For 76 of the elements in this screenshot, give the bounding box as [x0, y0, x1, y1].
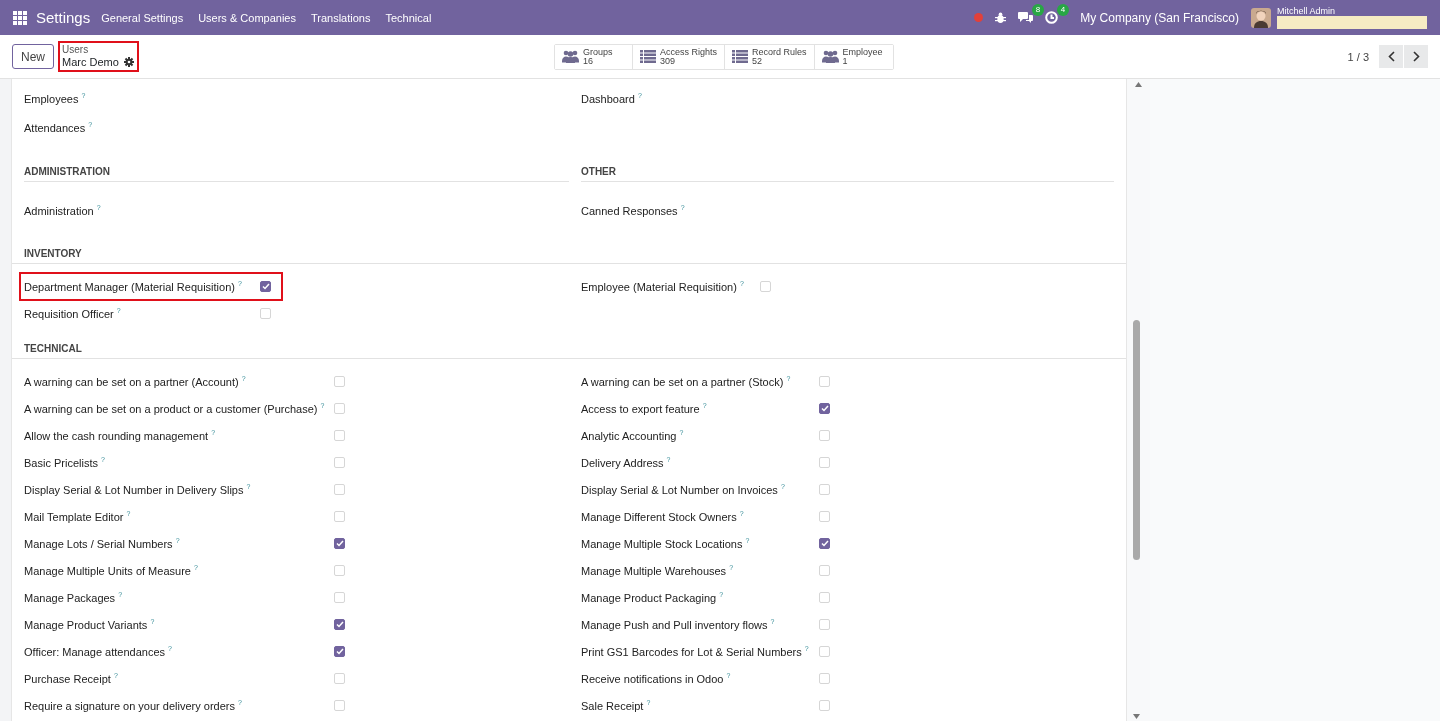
field-label: Display Serial & Lot Number on Invoices $^{?}$ [581, 483, 786, 496]
count-badge: 4 [1056, 4, 1070, 16]
field-label: Manage Packages $^{?}$ [24, 591, 124, 604]
breadcrumb-link[interactable]: Users [62, 44, 134, 56]
field-label: Manage Product Packaging $^{?}$ [581, 591, 725, 604]
field-label: Employees $^{?}$ [24, 92, 86, 105]
user-name[interactable]: Mitchell Admin [1277, 6, 1427, 16]
field-label: Manage Multiple Stock Locations $^{?}$ [581, 537, 751, 550]
record-title: Marc Demo [62, 56, 119, 68]
checkbox[interactable] [819, 538, 830, 549]
field-label: A warning can be set on a product or a customer (Purchase) $^{?}$ [24, 402, 326, 415]
field-label: Mail Template Editor $^{?}$ [24, 510, 132, 523]
nav-menu-item[interactable]: Technical [385, 11, 432, 24]
field-label: Requisition Officer $^{?}$ [24, 307, 122, 320]
scroll-up-icon[interactable] [1135, 82, 1142, 87]
checkbox[interactable] [260, 281, 271, 292]
field-label: Allow the cash rounding management $^{?}$ [24, 429, 217, 442]
field-label: Attendances $^{?}$ [24, 121, 93, 134]
field-label: Access to export feature $^{?}$ [581, 402, 708, 415]
checkbox[interactable] [334, 646, 345, 657]
field-label: Sale Receipt $^{?}$ [581, 699, 652, 712]
field-label: Basic Pricelists $^{?}$ [24, 456, 106, 469]
nav-menu-item[interactable]: General Settings [101, 11, 184, 24]
field-label: Manage Different Stock Owners $^{?}$ [581, 510, 745, 523]
field-label: Canned Responses $^{?}$ [581, 204, 685, 217]
field-label: Administration $^{?}$ [24, 204, 101, 217]
list-icon [640, 50, 656, 63]
field-label: Department Manager (Material Requisition) $^{?}$ [24, 280, 243, 293]
section-title: ADMINISTRATION [24, 166, 569, 182]
company-switcher[interactable]: My Company (San Francisco) [1080, 10, 1239, 25]
field-label: Receive notifications in Odoo $^{?}$ [581, 672, 732, 685]
field-label: Purchase Receipt $^{?}$ [24, 672, 119, 685]
field-label: Officer: Manage attendances $^{?}$ [24, 645, 173, 658]
clock-icon[interactable] [1045, 11, 1059, 24]
field-label: A warning can be set on a partner (Account) $^{?}$ [24, 375, 247, 388]
scroll-thumb[interactable] [1133, 320, 1140, 560]
count-badge: 8 [1031, 4, 1045, 16]
smart-button[interactable]: Groups 16 [555, 44, 633, 69]
section-title: OTHER [581, 166, 1114, 182]
field-label: Print GS1 Barcodes for Lot & Serial Numbers $^{?}$ [581, 645, 810, 658]
nav-menu-item[interactable]: Translations [310, 11, 371, 24]
checkbox[interactable] [334, 619, 345, 630]
previous-button[interactable] [1379, 45, 1403, 68]
avatar-icon[interactable] [1251, 7, 1271, 28]
list-icon [732, 50, 749, 63]
apps-menu-icon[interactable] [13, 10, 27, 25]
field-label: Manage Product Variants $^{?}$ [24, 618, 156, 631]
nav-menu-item[interactable]: Users & Companies [198, 11, 296, 24]
chat-icon[interactable] [1018, 11, 1034, 24]
people-icon [562, 50, 579, 63]
section-title: TECHNICAL [12, 343, 1126, 359]
people-icon [821, 50, 839, 63]
field-label: Display Serial & Lot Number in Delivery Slips $^{?}$ [24, 483, 252, 496]
gear-icon[interactable] [123, 57, 134, 67]
field-label: Employee (Material Requisition) $^{?}$ [581, 280, 745, 293]
field-label: Analytic Accounting $^{?}$ [581, 429, 685, 442]
app-title[interactable]: Settings [36, 9, 91, 26]
chevron-left-icon [1387, 51, 1395, 62]
chevron-right-icon [1412, 51, 1420, 62]
field-label: Dashboard $^{?}$ [581, 92, 642, 105]
field-label: Delivery Address $^{?}$ [581, 456, 672, 469]
field-label: Manage Multiple Warehouses $^{?}$ [581, 564, 735, 577]
section-title: INVENTORY [12, 248, 1126, 264]
recording-dot-icon[interactable] [974, 13, 984, 22]
field-label: A warning can be set on a partner (Stock) $^{?}$ [581, 375, 792, 388]
field-label: Require a signature on your delivery orders $^{?}$ [24, 699, 243, 712]
checkbox[interactable] [334, 538, 345, 549]
scroll-down-icon[interactable] [1133, 714, 1140, 719]
pager-counter[interactable]: 1 / 3 [1347, 50, 1369, 63]
field-label: Manage Push and Pull inventory flows $^{?}$ [581, 618, 776, 631]
new-button[interactable]: New [12, 44, 54, 69]
next-button[interactable] [1404, 45, 1428, 68]
bug-icon[interactable] [995, 11, 1007, 24]
field-label: Manage Multiple Units of Measure $^{?}$ [24, 564, 199, 577]
checkbox[interactable] [819, 403, 830, 414]
field-label: Manage Lots / Serial Numbers $^{?}$ [24, 537, 181, 550]
